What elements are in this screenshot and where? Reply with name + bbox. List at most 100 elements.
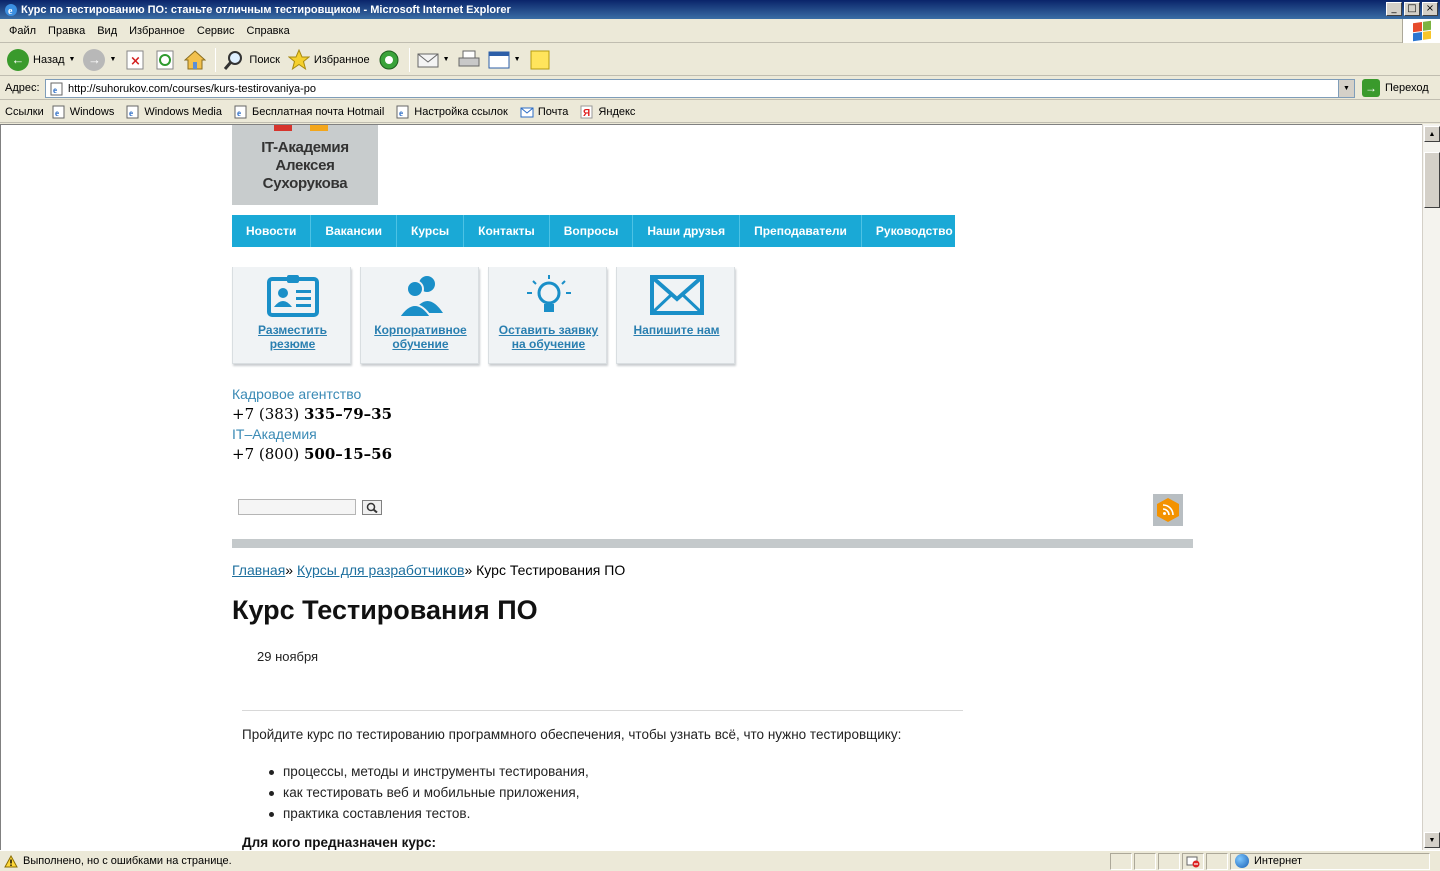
- nav-contacts[interactable]: Контакты: [464, 215, 550, 247]
- ie-page-icon: e: [126, 105, 139, 118]
- link-mail[interactable]: Почта: [520, 105, 569, 119]
- mail-button[interactable]: ▼: [414, 46, 453, 74]
- breadcrumb-home[interactable]: Главная: [232, 562, 285, 578]
- contact-phone-academy: +7 (800) 500–15–56: [232, 444, 392, 464]
- rss-icon: [1157, 498, 1179, 522]
- menu-help[interactable]: Справка: [241, 25, 296, 37]
- refresh-button[interactable]: [151, 46, 179, 74]
- lightbulb-icon: [489, 273, 608, 323]
- home-button[interactable]: [181, 46, 209, 74]
- menu-edit[interactable]: Правка: [42, 25, 91, 37]
- nav-management[interactable]: Руководство: [862, 215, 967, 247]
- yandex-icon: Я: [580, 105, 593, 119]
- breadcrumb-separator: »: [464, 562, 477, 578]
- messenger-button[interactable]: [526, 46, 554, 74]
- link-label: Windows: [69, 105, 115, 118]
- go-button[interactable]: → Переход: [1362, 79, 1429, 97]
- list-item: практика составления тестов.: [269, 803, 589, 824]
- list-item: процессы, методы и инструменты тестирова…: [269, 761, 589, 782]
- favorites-label: Избранное: [313, 53, 370, 66]
- close-button[interactable]: ×: [1422, 2, 1438, 16]
- scroll-down-icon[interactable]: ▼: [1424, 832, 1440, 848]
- section-heading: Для кого предназначен курс:: [242, 835, 437, 850]
- menu-tools[interactable]: Сервис: [191, 25, 241, 37]
- menu-view[interactable]: Вид: [91, 25, 123, 37]
- warning-icon[interactable]: [4, 854, 18, 868]
- scroll-thumb[interactable]: [1424, 152, 1440, 208]
- address-input[interactable]: e http://suhorukov.com/courses/kurs-test…: [45, 79, 1355, 98]
- ie-page-icon: e: [234, 105, 247, 118]
- star-icon: [287, 48, 310, 71]
- link-hotmail[interactable]: e Бесплатная почта Hotmail: [234, 105, 384, 119]
- search-icon: [223, 49, 245, 71]
- favorites-button[interactable]: Избранное: [285, 46, 373, 74]
- search-button[interactable]: Поиск: [220, 46, 282, 74]
- nav-friends[interactable]: Наши друзья: [633, 215, 741, 247]
- status-text: Выполнено, но с ошибками на странице.: [23, 855, 232, 867]
- maximize-button[interactable]: □: [1404, 2, 1420, 16]
- popup-blocker-pane[interactable]: [1182, 852, 1204, 870]
- main-nav: Новости Вакансии Курсы Контакты Вопросы …: [232, 215, 955, 247]
- topics-list: процессы, методы и инструменты тестирова…: [269, 761, 589, 824]
- status-pane: [1158, 852, 1180, 870]
- scroll-up-icon[interactable]: ▲: [1424, 126, 1440, 142]
- status-pane: [1206, 852, 1228, 870]
- nav-news[interactable]: Новости: [232, 215, 312, 247]
- minimize-button[interactable]: _: [1386, 2, 1402, 16]
- quick-tiles: Разместить резюме Корпоративное обучение…: [232, 267, 735, 364]
- media-button[interactable]: [375, 46, 403, 74]
- link-label: Windows Media: [144, 105, 222, 118]
- contact-phone-agency: +7 (383) 335–79–35: [232, 404, 392, 424]
- site-logo[interactable]: IT-Академия Алексея Сухорукова: [232, 125, 378, 205]
- forward-button[interactable]: → ▼: [80, 46, 119, 74]
- id-card-icon: [233, 273, 352, 323]
- back-dropdown-icon[interactable]: ▼: [69, 56, 76, 63]
- print-button[interactable]: [455, 46, 483, 74]
- link-windows-media[interactable]: e Windows Media: [126, 105, 222, 119]
- site-search-input[interactable]: [238, 499, 356, 515]
- vertical-scrollbar[interactable]: ▲ ▼: [1422, 124, 1440, 850]
- mail-icon: [417, 49, 439, 71]
- back-button[interactable]: ← Назад ▼: [4, 46, 78, 74]
- logo-text: IT-Академия Алексея Сухорукова: [232, 139, 378, 193]
- mail-dropdown-icon[interactable]: ▼: [443, 56, 450, 63]
- breadcrumb-section[interactable]: Курсы для разработчиков: [297, 562, 464, 578]
- tile-label-line: обучение: [392, 337, 449, 351]
- back-label: Назад: [33, 53, 65, 66]
- go-arrow-icon: →: [1362, 79, 1380, 97]
- forward-dropdown-icon[interactable]: ▼: [109, 56, 116, 63]
- edit-button[interactable]: ▼: [485, 46, 524, 74]
- nav-questions[interactable]: Вопросы: [550, 215, 634, 247]
- people-icon: [361, 273, 480, 323]
- envelope-icon: [617, 273, 736, 323]
- link-label: Почта: [537, 105, 569, 118]
- nav-vacancies[interactable]: Вакансии: [311, 215, 398, 247]
- tile-label-line: Корпоративное: [374, 323, 467, 337]
- menu-file[interactable]: Файл: [3, 25, 42, 37]
- standard-toolbar: ← Назад ▼ → ▼ × Поиск Избранное ▼ ▼: [0, 44, 1440, 76]
- link-customize[interactable]: e Настройка ссылок: [396, 105, 508, 119]
- address-dropdown-icon[interactable]: ▼: [1338, 80, 1354, 97]
- edit-dropdown-icon[interactable]: ▼: [514, 56, 521, 63]
- security-zone[interactable]: Интернет: [1230, 852, 1430, 870]
- tile-label-line: Оставить заявку: [498, 323, 599, 337]
- link-yandex[interactable]: Я Яндекс: [580, 105, 635, 119]
- tile-write-us[interactable]: Напишите нам: [616, 267, 735, 364]
- rss-button[interactable]: [1153, 494, 1183, 526]
- tile-post-resume[interactable]: Разместить резюме: [232, 267, 351, 364]
- stop-button[interactable]: ×: [121, 46, 149, 74]
- tile-corporate-training[interactable]: Корпоративное обучение: [360, 267, 479, 364]
- forward-arrow-icon: →: [83, 48, 106, 71]
- address-bar: Адрес: e http://suhorukov.com/courses/ku…: [0, 77, 1440, 100]
- nav-courses[interactable]: Курсы: [397, 215, 465, 247]
- nav-teachers[interactable]: Преподаватели: [740, 215, 862, 247]
- menu-favorites[interactable]: Избранное: [123, 25, 191, 37]
- links-label: Ссылки: [5, 105, 44, 118]
- search-label: Поиск: [249, 53, 280, 66]
- link-windows[interactable]: e Windows: [52, 105, 115, 119]
- site-search-button[interactable]: [362, 499, 382, 515]
- windows-flag-icon: [1412, 20, 1431, 42]
- tile-training-request[interactable]: Оставить заявку на обучение: [488, 267, 607, 364]
- note-icon: [529, 49, 551, 71]
- content-divider: [242, 710, 963, 711]
